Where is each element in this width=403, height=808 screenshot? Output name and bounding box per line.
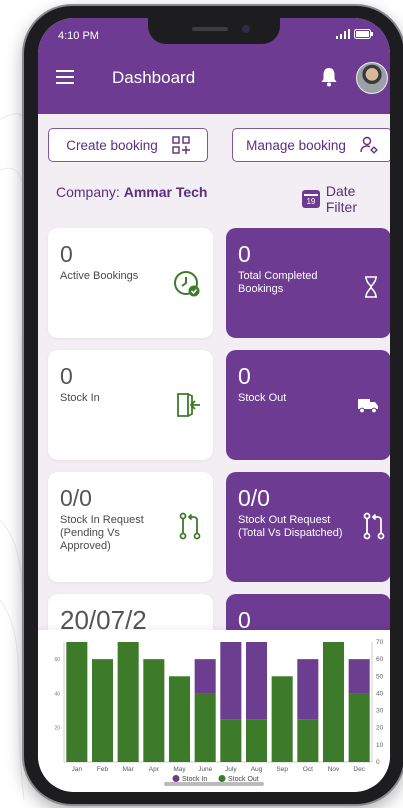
calendar-day: 19 bbox=[306, 197, 316, 206]
company-label: Company: bbox=[56, 184, 120, 200]
bar-stock-out bbox=[66, 642, 88, 762]
x-tick-label: July bbox=[225, 766, 237, 773]
bar-stock-in bbox=[220, 642, 242, 720]
bar-stock-out bbox=[271, 676, 293, 762]
y-tick-label-left: 40 bbox=[54, 691, 60, 697]
tile-value: 0 bbox=[238, 607, 251, 633]
y-tick-label-right: 40 bbox=[376, 690, 384, 697]
bar-stock-out bbox=[220, 719, 242, 762]
x-tick-label: Mar bbox=[123, 766, 135, 773]
grid-add-icon bbox=[172, 136, 190, 154]
calendar-icon: 19 bbox=[302, 190, 320, 208]
date-filter-button[interactable]: 19 Date Filter bbox=[302, 183, 390, 215]
tile-label: Stock Out Request (Total Vs Dispatched) bbox=[238, 514, 343, 539]
stock-in-request-tile[interactable]: 0/0 Stock In Request (Pending Vs Approve… bbox=[48, 472, 213, 582]
date-filter-label: Date Filter bbox=[325, 183, 357, 215]
stock-bar-chart: 60 40 20 70 60 50 40 30 20 10 0 Jan Feb Mar Apr May June… bbox=[54, 639, 384, 783]
tile-value: 0/0 bbox=[238, 485, 270, 511]
y-tick-label-right: 10 bbox=[376, 742, 384, 749]
x-tick-label: Oct bbox=[303, 766, 313, 773]
tile-label: Stock In bbox=[60, 392, 100, 404]
battery-icon bbox=[354, 29, 373, 39]
bar-stock-out bbox=[348, 693, 370, 762]
completed-bookings-tile[interactable]: 0 Total Completed Bookings bbox=[226, 228, 390, 338]
hamburger-menu-icon[interactable] bbox=[56, 70, 74, 84]
stock-chart-panel: 60 40 20 70 60 50 40 30 20 10 0 Jan Feb Mar Apr May June… bbox=[38, 630, 390, 792]
tile-label: Stock Out bbox=[238, 392, 287, 404]
x-tick-label: Dec bbox=[353, 766, 365, 773]
door-enter-icon bbox=[177, 393, 200, 417]
signal-icon bbox=[336, 29, 350, 39]
x-tick-label: May bbox=[173, 766, 186, 773]
bar-stock-out bbox=[117, 642, 139, 762]
create-booking-label: Create booking bbox=[66, 137, 158, 153]
x-tick-label: Nov bbox=[328, 766, 340, 773]
tile-value: 0/0 bbox=[60, 485, 92, 511]
stock-out-tile[interactable]: 0 Stock Out bbox=[226, 350, 390, 460]
clock-check-icon bbox=[174, 271, 200, 297]
tile-value: 20/07/2 bbox=[60, 605, 147, 635]
bar-stock-in bbox=[194, 659, 216, 694]
y-tick-label-right: 70 bbox=[376, 639, 384, 646]
tile-label: Stock In Request (Pending Vs Approved) bbox=[60, 514, 144, 552]
x-tick-label: Sep bbox=[276, 766, 288, 773]
bar-stock-out bbox=[322, 642, 345, 762]
x-tick-label: Aug bbox=[251, 766, 263, 773]
active-bookings-tile[interactable]: 0 Active Bookings bbox=[48, 228, 213, 338]
user-settings-icon bbox=[360, 136, 378, 154]
y-tick-label-right: 60 bbox=[376, 656, 384, 663]
company-name: Ammar Tech bbox=[123, 184, 208, 200]
bar-stock-out bbox=[91, 659, 114, 762]
y-tick-label-right: 30 bbox=[376, 708, 384, 715]
status-time: 4:10 PM bbox=[58, 30, 99, 42]
pull-request-icon bbox=[179, 512, 201, 540]
y-tick-label-right: 20 bbox=[376, 725, 384, 732]
page-title: Dashboard bbox=[112, 68, 196, 87]
truck-icon bbox=[358, 399, 378, 414]
tile-value: 0 bbox=[238, 363, 251, 389]
bar-stock-out bbox=[245, 719, 268, 762]
notch bbox=[148, 18, 280, 44]
x-tick-label: Feb bbox=[97, 766, 109, 773]
bar-stock-out bbox=[143, 659, 165, 762]
x-tick-label: Apr bbox=[149, 766, 160, 773]
y-tick-label-right: 0 bbox=[376, 759, 380, 766]
front-camera bbox=[242, 25, 250, 33]
legend-marker-stock-in bbox=[172, 775, 180, 782]
x-tick-label: Jan bbox=[72, 766, 83, 773]
home-indicator bbox=[164, 782, 264, 786]
y-tick-label-left: 60 bbox=[54, 657, 60, 663]
status-icons bbox=[336, 29, 374, 39]
tile-label: Total Completed Bookings bbox=[238, 270, 318, 295]
x-tick-label: June bbox=[198, 766, 212, 773]
stock-out-request-tile[interactable]: 0/0 Stock Out Request (Total Vs Dispatch… bbox=[226, 472, 390, 582]
y-tick-label-right: 50 bbox=[376, 673, 384, 680]
bar-stock-out bbox=[194, 693, 216, 762]
company-info: Company: Ammar Tech bbox=[56, 184, 207, 200]
manage-booking-button[interactable]: Manage booking bbox=[232, 128, 390, 162]
pull-request-icon bbox=[363, 512, 385, 540]
bar-stock-out bbox=[168, 676, 191, 762]
phone-frame: 4:10 PM Dashboard Create booking Manage … bbox=[24, 6, 403, 804]
app-screen: 4:10 PM Dashboard Create booking Manage … bbox=[38, 18, 390, 792]
tile-value: 0 bbox=[60, 363, 73, 389]
y-tick-label-left: 20 bbox=[54, 726, 60, 732]
bar-stock-in bbox=[245, 642, 268, 720]
notification-bell-icon[interactable] bbox=[320, 67, 338, 87]
hourglass-icon bbox=[365, 276, 377, 298]
bar-stock-in bbox=[297, 659, 319, 720]
stock-in-tile[interactable]: 0 Stock In bbox=[48, 350, 213, 460]
earpiece-speaker bbox=[192, 27, 228, 31]
tile-value: 0 bbox=[238, 241, 251, 267]
manage-booking-label: Manage booking bbox=[246, 137, 346, 153]
bar-stock-in bbox=[348, 659, 370, 694]
tile-label: Active Bookings bbox=[60, 270, 139, 282]
user-avatar[interactable] bbox=[356, 62, 388, 94]
bar-stock-out bbox=[297, 719, 319, 762]
legend-marker-stock-out bbox=[218, 775, 226, 782]
create-booking-button[interactable]: Create booking bbox=[48, 128, 208, 162]
tile-value: 0 bbox=[60, 241, 73, 267]
